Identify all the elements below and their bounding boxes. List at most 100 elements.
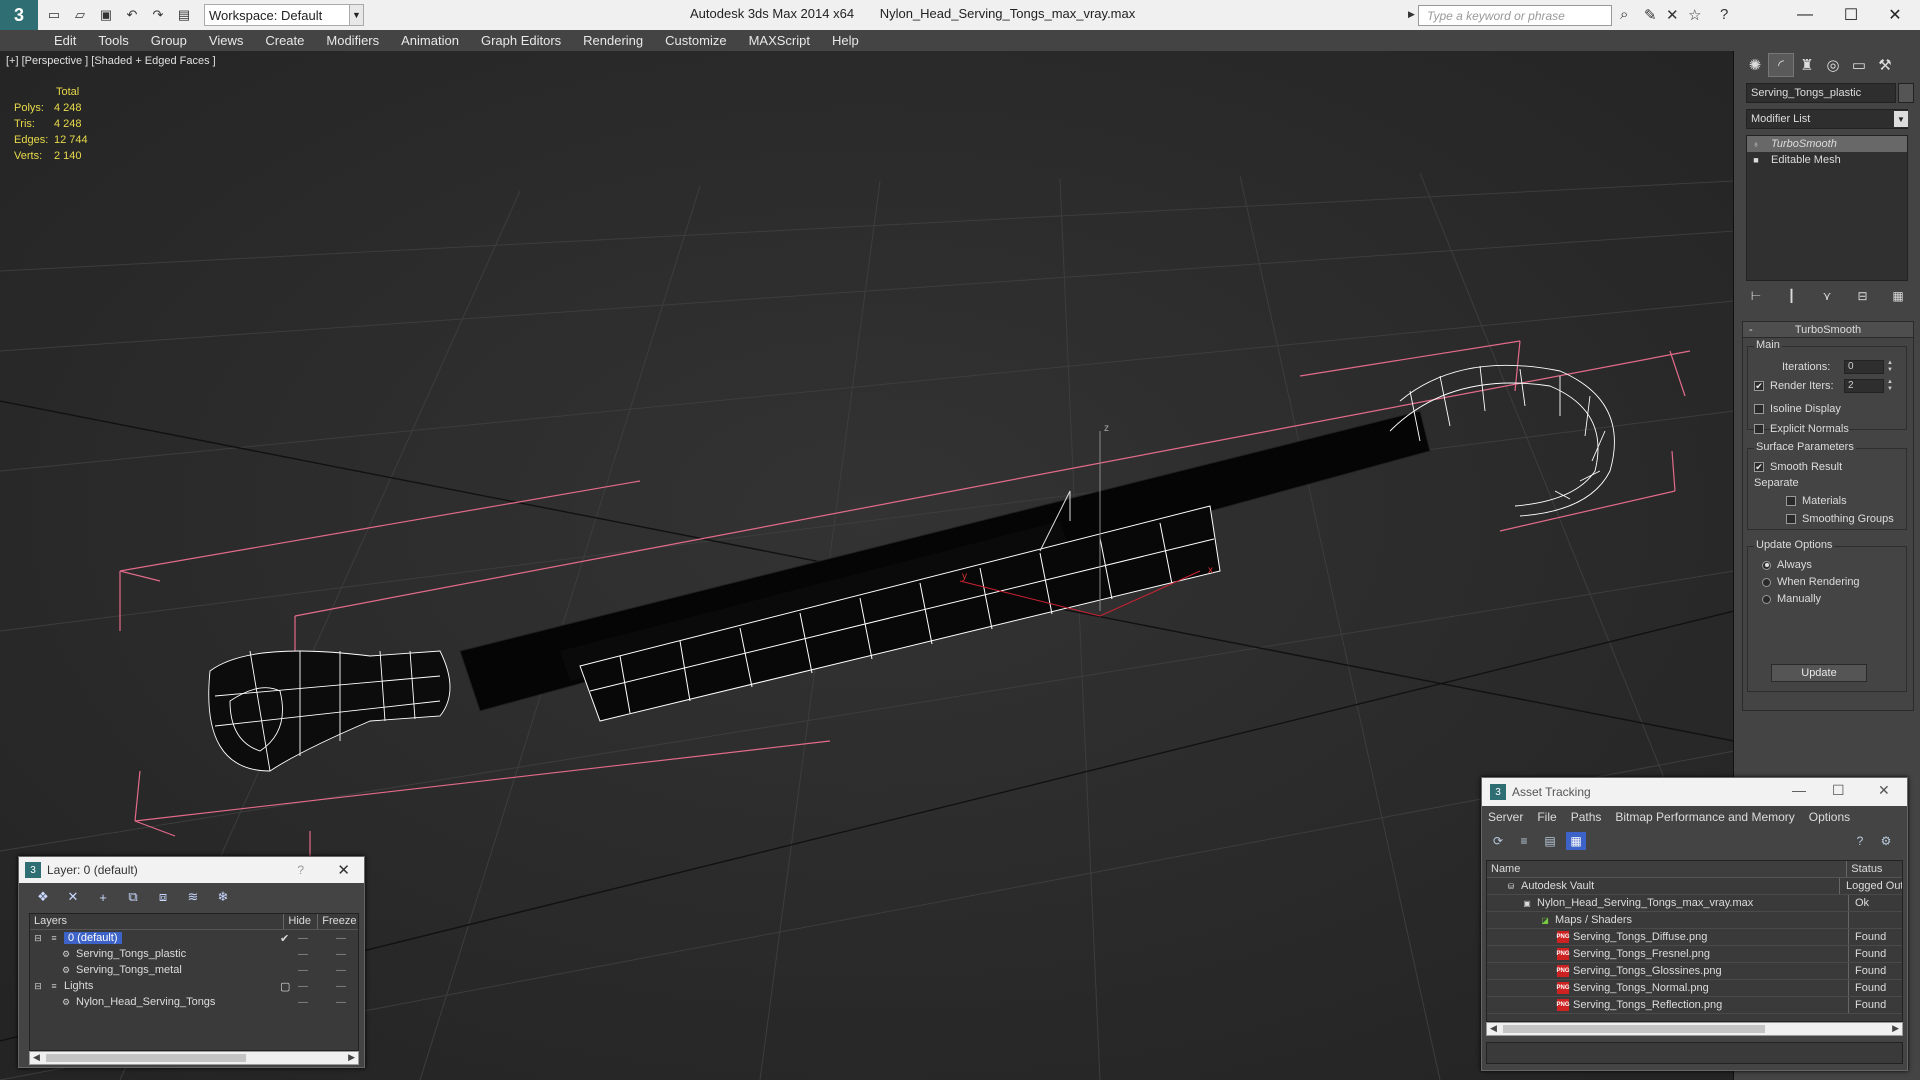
binoculars-icon[interactable]: ⌕ xyxy=(1620,6,1628,23)
asset-row-max-file[interactable]: ▣ Nylon_Head_Serving_Tongs_max_vray.max O… xyxy=(1487,895,1902,912)
search-input[interactable]: Type a keyword or phrase xyxy=(1418,5,1612,26)
scroll-right-icon[interactable]: ▶ xyxy=(348,1052,355,1063)
save-file-icon[interactable]: ▣ xyxy=(96,5,116,25)
scroll-left-icon[interactable]: ◀ xyxy=(1490,1023,1497,1034)
scroll-left-icon[interactable]: ◀ xyxy=(33,1052,40,1063)
freeze-toggle[interactable]: — xyxy=(336,933,346,944)
scroll-right-icon[interactable]: ▶ xyxy=(1892,1023,1899,1034)
favorites-star-icon[interactable]: ☆ xyxy=(1688,6,1701,24)
object-color-swatch[interactable] xyxy=(1898,83,1914,103)
chevron-down-icon[interactable]: ▼ xyxy=(350,4,364,26)
column-freeze[interactable]: Freeze xyxy=(318,914,358,929)
smoothing-groups-checkbox[interactable] xyxy=(1786,514,1796,524)
menu-tools[interactable]: Tools xyxy=(98,33,128,48)
menu-maxscript[interactable]: MAXScript xyxy=(749,33,810,48)
render-iters-spinner[interactable]: 2 xyxy=(1844,379,1884,393)
search-expand-icon[interactable]: ▶ xyxy=(1408,9,1415,20)
refresh-icon[interactable]: ⟳ xyxy=(1488,832,1508,850)
collapse-icon[interactable]: ⊟ xyxy=(32,980,44,992)
column-layers[interactable]: Layers xyxy=(30,914,285,929)
spinner-arrows-icon[interactable]: ▲ ▼ xyxy=(1886,379,1894,393)
hierarchy-tab-icon[interactable]: ♜ xyxy=(1794,53,1820,77)
new-file-icon[interactable]: ▭ xyxy=(44,5,64,25)
when-rendering-radio[interactable] xyxy=(1762,577,1771,587)
chevron-down-icon[interactable]: ▼ xyxy=(1894,111,1908,127)
pin-stack-icon[interactable]: ⊢ xyxy=(1746,287,1766,305)
spinner-arrows-icon[interactable]: ▲ ▼ xyxy=(1886,360,1894,374)
hide-toggle[interactable]: — xyxy=(298,997,308,1008)
motion-tab-icon[interactable]: ◎ xyxy=(1820,53,1846,77)
freeze-toggle[interactable]: — xyxy=(336,949,346,960)
iterations-spinner[interactable]: 0 xyxy=(1844,360,1884,374)
create-layer-icon[interactable]: ❖ xyxy=(31,887,55,907)
update-button[interactable]: Update xyxy=(1771,664,1867,682)
asset-row-normal[interactable]: PNG Serving_Tongs_Normal.png Found xyxy=(1487,980,1902,997)
hide-toggle[interactable]: — xyxy=(298,949,308,960)
configure-sets-icon[interactable]: ▦ xyxy=(1888,287,1908,305)
asset-menu-options[interactable]: Options xyxy=(1809,810,1850,824)
layer-row-lights[interactable]: ⊟ ≡ Lights ▢ — — xyxy=(30,978,358,994)
layer-row-nylon-head[interactable]: ⚙ Nylon_Head_Serving_Tongs — — xyxy=(30,994,358,1010)
asset-row-reflection[interactable]: PNG Serving_Tongs_Reflection.png Found xyxy=(1487,997,1902,1014)
show-end-result-icon[interactable]: ┃ xyxy=(1782,287,1802,305)
layer-window-titlebar[interactable]: 3 Layer: 0 (default) ? ✕ xyxy=(19,857,364,883)
scroll-thumb[interactable] xyxy=(1503,1025,1765,1033)
set-current-layer-icon[interactable]: ▢ xyxy=(280,980,290,993)
menu-customize[interactable]: Customize xyxy=(665,33,726,48)
utilities-tab-icon[interactable]: ⚒ xyxy=(1872,53,1898,77)
close-icon[interactable]: ✕ xyxy=(1872,2,1918,28)
add-to-layer-icon[interactable]: + xyxy=(91,887,115,907)
open-file-icon[interactable]: ▱ xyxy=(70,5,90,25)
stack-item-turbosmooth[interactable]: ♁ TurboSmooth xyxy=(1747,136,1907,152)
smooth-result-checkbox[interactable]: ✔ xyxy=(1754,462,1764,472)
help-icon[interactable]: ? xyxy=(1720,6,1728,23)
menu-animation[interactable]: Animation xyxy=(401,33,459,48)
minimize-icon[interactable]: — xyxy=(1782,2,1828,28)
remove-modifier-icon[interactable]: ⊟ xyxy=(1853,287,1873,305)
current-layer-check-icon[interactable]: ✔ xyxy=(280,932,289,945)
modifier-list-dropdown[interactable]: Modifier List xyxy=(1746,109,1908,129)
menu-group[interactable]: Group xyxy=(151,33,187,48)
display-tab-icon[interactable]: ▭ xyxy=(1846,53,1872,77)
asset-row-vault[interactable]: ⛁ Autodesk Vault Logged Out xyxy=(1487,878,1902,895)
minimize-icon[interactable]: — xyxy=(1792,782,1806,798)
manually-radio[interactable] xyxy=(1762,594,1771,604)
isoline-display-checkbox[interactable] xyxy=(1754,404,1764,414)
scroll-thumb[interactable] xyxy=(46,1054,246,1062)
layer-horizontal-scrollbar[interactable]: ◀ ▶ xyxy=(29,1051,359,1065)
delete-layer-icon[interactable]: ✕ xyxy=(61,887,85,907)
make-unique-icon[interactable]: ⋎ xyxy=(1817,287,1837,305)
freeze-toggle[interactable]: — xyxy=(336,965,346,976)
app-logo-icon[interactable]: 3 xyxy=(0,0,38,30)
column-status[interactable]: Status xyxy=(1847,861,1902,877)
hide-toggle[interactable]: — xyxy=(298,965,308,976)
collapse-icon[interactable]: ⊟ xyxy=(32,932,44,944)
subscription-icon[interactable]: ✎ xyxy=(1644,6,1657,24)
layer-row-default[interactable]: ⊟ ≡ 0 (default) ✔ — — xyxy=(30,930,358,946)
communication-icon[interactable]: ✕ xyxy=(1666,6,1679,24)
layer-row-metal[interactable]: ⚙ Serving_Tongs_metal — — xyxy=(30,962,358,978)
asset-row-diffuse[interactable]: PNG Serving_Tongs_Diffuse.png Found xyxy=(1487,929,1902,946)
column-name[interactable]: Name xyxy=(1487,861,1848,877)
help-icon[interactable]: ? xyxy=(1850,832,1870,850)
maximize-icon[interactable]: ☐ xyxy=(1828,2,1874,28)
menu-edit[interactable]: Edit xyxy=(54,33,76,48)
asset-row-fresnel[interactable]: PNG Serving_Tongs_Fresnel.png Found xyxy=(1487,946,1902,963)
menu-modifiers[interactable]: Modifiers xyxy=(326,33,379,48)
object-name-field[interactable]: Serving_Tongs_plastic xyxy=(1746,83,1896,103)
highlight-selected-icon[interactable]: ⧈ xyxy=(151,887,175,907)
undo-icon[interactable]: ↶ xyxy=(122,5,142,25)
freeze-all-layers-icon[interactable]: ❄ xyxy=(211,887,235,907)
redo-icon[interactable]: ↷ xyxy=(148,5,168,25)
maximize-icon[interactable]: ☐ xyxy=(1832,782,1845,799)
asset-window-titlebar[interactable]: 3 Asset Tracking — ☐ ✕ xyxy=(1482,778,1907,806)
asset-row-maps[interactable]: ◪ Maps / Shaders xyxy=(1487,912,1902,929)
close-icon[interactable]: ✕ xyxy=(1878,782,1890,799)
select-in-layer-icon[interactable]: ⧉ xyxy=(121,887,145,907)
project-folder-icon[interactable]: ▤ xyxy=(174,5,194,25)
list-view-icon[interactable]: ≡ xyxy=(1514,832,1534,850)
asset-menu-paths[interactable]: Paths xyxy=(1571,810,1602,824)
asset-menu-bitmap-performance[interactable]: Bitmap Performance and Memory xyxy=(1615,810,1794,824)
layer-row-plastic[interactable]: ⚙ Serving_Tongs_plastic — — xyxy=(30,946,358,962)
modify-tab-icon[interactable]: ◜ xyxy=(1768,53,1794,77)
